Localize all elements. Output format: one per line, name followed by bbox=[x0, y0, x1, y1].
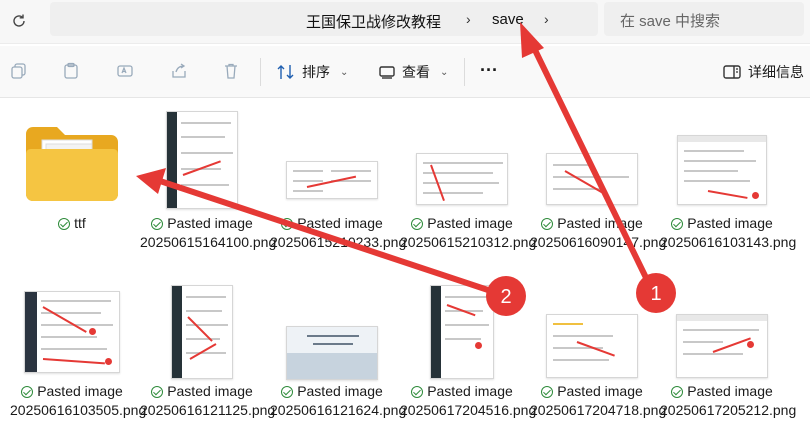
sort-button[interactable]: 排序 ⌄ bbox=[276, 58, 348, 86]
copy-icon[interactable] bbox=[8, 60, 30, 82]
folder-icon bbox=[26, 127, 118, 201]
file-item-ttf[interactable]: ttf bbox=[10, 100, 134, 270]
sync-status-icon bbox=[541, 217, 554, 230]
file-item[interactable]: Pasted image 20250615164100.png bbox=[140, 100, 277, 270]
file-name: Pasted image bbox=[167, 215, 253, 231]
file-name-date: 20250617204516.png bbox=[400, 402, 537, 418]
image-thumbnail bbox=[150, 282, 254, 382]
image-thumbnail bbox=[540, 282, 644, 382]
sync-status-icon bbox=[411, 217, 424, 230]
file-item[interactable]: Pasted image 20250616103143.png bbox=[660, 100, 797, 270]
file-name: Pasted image bbox=[557, 383, 643, 399]
search-input[interactable]: 在 save 中搜索 bbox=[604, 2, 804, 36]
sync-status-icon bbox=[541, 385, 554, 398]
image-thumbnail bbox=[280, 110, 384, 210]
file-item[interactable]: Pasted image 20250615210312.png bbox=[400, 100, 537, 270]
file-name: Pasted image bbox=[37, 383, 123, 399]
file-item[interactable]: Pasted image 20250616121624.png bbox=[270, 276, 407, 440]
paste-icon[interactable] bbox=[60, 60, 82, 82]
view-icon bbox=[379, 66, 395, 79]
file-name-date: 20250617205212.png bbox=[660, 402, 797, 418]
image-thumbnail bbox=[670, 110, 774, 210]
image-thumbnail bbox=[410, 282, 514, 382]
toolbar-divider bbox=[464, 58, 465, 86]
file-name-date: 20250617204718.png bbox=[530, 402, 667, 418]
search-placeholder: 在 save 中搜索 bbox=[620, 13, 721, 30]
file-name-date: 20250616121624.png bbox=[270, 402, 407, 418]
sync-status-icon bbox=[151, 385, 164, 398]
address-bar[interactable]: 王国保卫战修改教程 › save › bbox=[50, 2, 598, 36]
file-name: Pasted image bbox=[557, 215, 643, 231]
file-name-date: 20250616090147.png bbox=[530, 234, 667, 250]
rename-icon[interactable] bbox=[114, 60, 136, 82]
file-name-date: 20250615210233.png bbox=[270, 234, 407, 250]
chevron-right-icon[interactable]: › bbox=[544, 11, 549, 27]
sort-label: 排序 bbox=[302, 64, 330, 80]
file-name: Pasted image bbox=[297, 215, 383, 231]
file-item[interactable]: Pasted image 20250617205212.png bbox=[660, 276, 797, 440]
image-thumbnail bbox=[410, 110, 514, 210]
details-pane-icon bbox=[723, 65, 741, 79]
file-item[interactable]: Pasted image 20250616090147.png bbox=[530, 100, 667, 270]
image-thumbnail bbox=[20, 282, 124, 382]
refresh-button[interactable] bbox=[6, 8, 32, 34]
file-item[interactable]: Pasted image 20250616121125.png bbox=[140, 276, 276, 440]
file-name: Pasted image bbox=[687, 383, 773, 399]
view-label: 查看 bbox=[402, 64, 430, 80]
address-bar-row: 王国保卫战修改教程 › save › 在 save 中搜索 bbox=[0, 0, 810, 44]
view-button[interactable]: 查看 ⌄ bbox=[378, 58, 448, 86]
delete-icon[interactable] bbox=[220, 60, 242, 82]
chevron-down-icon: ⌄ bbox=[440, 66, 449, 78]
image-thumbnail bbox=[280, 282, 384, 382]
folder-thumbnail bbox=[20, 114, 124, 214]
file-item[interactable]: Pasted image 20250617204516.png bbox=[400, 276, 537, 440]
sync-status-icon bbox=[281, 385, 294, 398]
refresh-icon bbox=[13, 14, 25, 27]
file-name: Pasted image bbox=[427, 215, 513, 231]
share-icon[interactable] bbox=[168, 60, 190, 82]
file-name-date: 20250616103505.png bbox=[10, 402, 147, 418]
file-name-date: 20250615210312.png bbox=[400, 234, 537, 250]
more-options-button[interactable]: ··· bbox=[480, 56, 498, 84]
breadcrumb-save[interactable]: save bbox=[492, 11, 524, 28]
sync-status-icon bbox=[21, 385, 34, 398]
file-name-date: 20250615164100.png bbox=[140, 234, 277, 250]
sync-status-icon bbox=[411, 385, 424, 398]
details-label: 详细信息 bbox=[748, 64, 804, 80]
file-grid: ttf Pasted image 20250615164100.png Past… bbox=[0, 100, 810, 440]
file-name: Pasted image bbox=[687, 215, 773, 231]
sync-status-icon bbox=[281, 217, 294, 230]
image-thumbnail bbox=[150, 110, 254, 210]
command-toolbar: 排序 ⌄ 查看 ⌄ ··· 详细信息 bbox=[0, 46, 810, 98]
file-item[interactable]: Pasted image 20250615210233.png bbox=[270, 100, 407, 270]
file-name: ttf bbox=[74, 215, 86, 231]
toolbar-divider bbox=[260, 58, 261, 86]
chevron-right-icon[interactable]: › bbox=[466, 11, 471, 27]
file-item[interactable]: Pasted image 20250616103505.png bbox=[10, 276, 147, 440]
file-name: Pasted image bbox=[297, 383, 383, 399]
sort-icon bbox=[277, 65, 294, 79]
sync-status-icon bbox=[58, 217, 71, 230]
image-thumbnail bbox=[540, 110, 644, 210]
details-button[interactable]: 详细信息 bbox=[722, 58, 804, 86]
chevron-down-icon: ⌄ bbox=[340, 66, 349, 78]
sync-status-icon bbox=[151, 217, 164, 230]
image-thumbnail bbox=[670, 282, 774, 382]
file-name: Pasted image bbox=[427, 383, 513, 399]
file-name-date: 20250616121125.png bbox=[140, 402, 276, 418]
sync-status-icon bbox=[671, 385, 684, 398]
file-item[interactable]: Pasted image 20250617204718.png bbox=[530, 276, 667, 440]
file-name-date: 20250616103143.png bbox=[660, 234, 797, 250]
file-name: Pasted image bbox=[167, 383, 253, 399]
sync-status-icon bbox=[671, 217, 684, 230]
breadcrumb-folder[interactable]: 王国保卫战修改教程 bbox=[306, 11, 441, 32]
